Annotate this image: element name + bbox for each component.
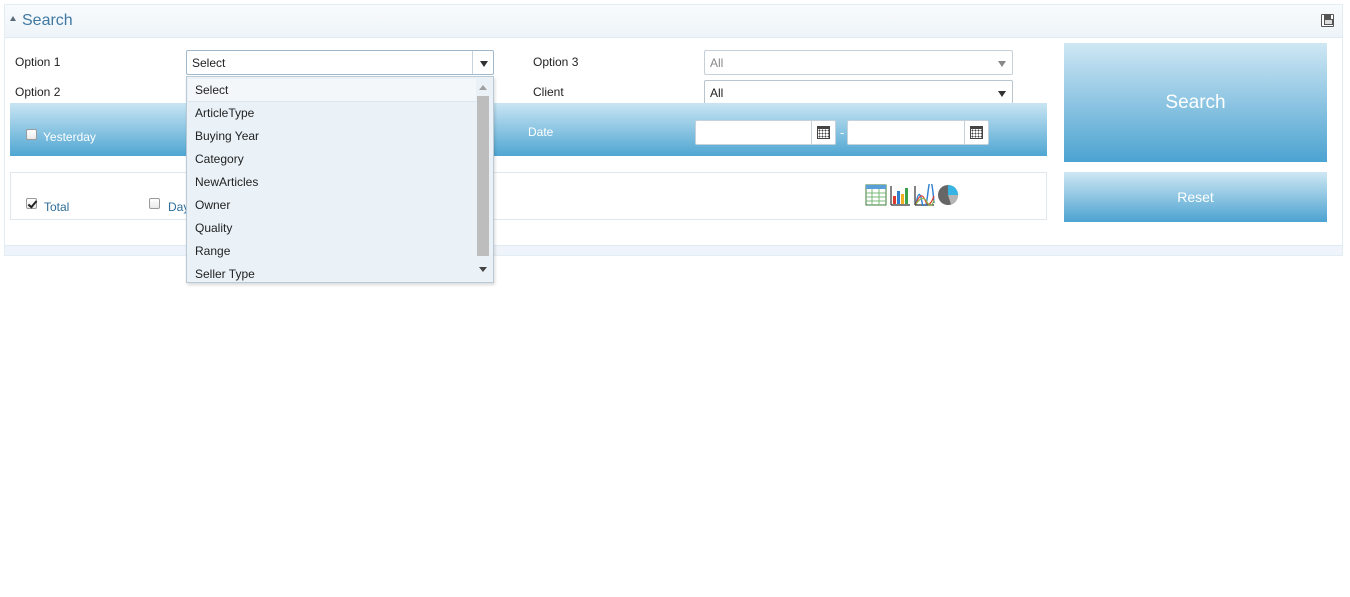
- dropdown-option[interactable]: Range: [188, 240, 476, 263]
- date-from-calendar-button[interactable]: [811, 121, 835, 144]
- yesterday-checkbox[interactable]: [26, 129, 37, 140]
- dropdown-option[interactable]: Category: [188, 148, 476, 171]
- collapse-triangle-icon[interactable]: [10, 16, 16, 21]
- day-checkbox[interactable]: [149, 198, 160, 209]
- table-view-icon[interactable]: [865, 184, 887, 206]
- chevron-down-icon[interactable]: [472, 51, 493, 74]
- scrollbar-thumb[interactable]: [477, 96, 489, 256]
- dropdown-option[interactable]: Owner: [188, 194, 476, 217]
- client-label: Client: [533, 85, 564, 99]
- dropdown-option[interactable]: ArticleType: [188, 102, 476, 125]
- date-to-input[interactable]: [847, 120, 989, 145]
- client-select[interactable]: All: [704, 80, 1013, 105]
- option2-label: Option 2: [15, 85, 61, 99]
- date-range-separator: -: [840, 125, 845, 140]
- date-label: Date: [528, 125, 554, 139]
- dropdown-option[interactable]: Buying Year: [188, 125, 476, 148]
- scroll-up-arrow-icon[interactable]: [479, 85, 487, 90]
- chevron-down-icon[interactable]: [991, 81, 1012, 104]
- date-from-input[interactable]: [695, 120, 836, 145]
- yesterday-label[interactable]: Yesterday: [43, 130, 96, 144]
- chevron-down-icon[interactable]: [991, 51, 1012, 74]
- pie-chart-icon[interactable]: [937, 184, 959, 206]
- save-icon[interactable]: [1321, 14, 1334, 27]
- scroll-down-arrow-icon[interactable]: [479, 267, 487, 272]
- total-label[interactable]: Total: [44, 200, 69, 214]
- total-checkbox[interactable]: [26, 198, 37, 209]
- dropdown-options: Select ArticleType Buying Year Category NewA…: [188, 79, 476, 282]
- calendar-icon: [970, 126, 983, 139]
- dropdown-scrollbar[interactable]: [477, 82, 489, 277]
- client-value: All: [710, 86, 724, 100]
- option1-select[interactable]: Select: [186, 50, 494, 75]
- line-chart-icon[interactable]: [913, 184, 935, 206]
- option1-value: Select: [192, 56, 226, 70]
- reset-button[interactable]: Reset: [1064, 172, 1327, 222]
- dropdown-option[interactable]: Select: [188, 79, 476, 102]
- option1-dropdown-list: Select ArticleType Buying Year Category NewA…: [186, 76, 494, 283]
- option1-label: Option 1: [15, 55, 61, 69]
- dropdown-option[interactable]: NewArticles: [188, 171, 476, 194]
- option3-select[interactable]: All: [704, 50, 1013, 75]
- option3-label: Option 3: [533, 55, 579, 69]
- dropdown-option[interactable]: Quality: [188, 217, 476, 240]
- panel-title[interactable]: Search: [22, 12, 73, 30]
- search-button[interactable]: Search: [1064, 43, 1327, 162]
- calendar-icon: [817, 126, 830, 139]
- date-to-calendar-button[interactable]: [964, 121, 988, 144]
- option3-value: All: [710, 56, 724, 70]
- bar-chart-icon[interactable]: [889, 184, 911, 206]
- panel-header: Search: [5, 5, 1342, 38]
- dropdown-option[interactable]: Seller Type: [188, 263, 476, 282]
